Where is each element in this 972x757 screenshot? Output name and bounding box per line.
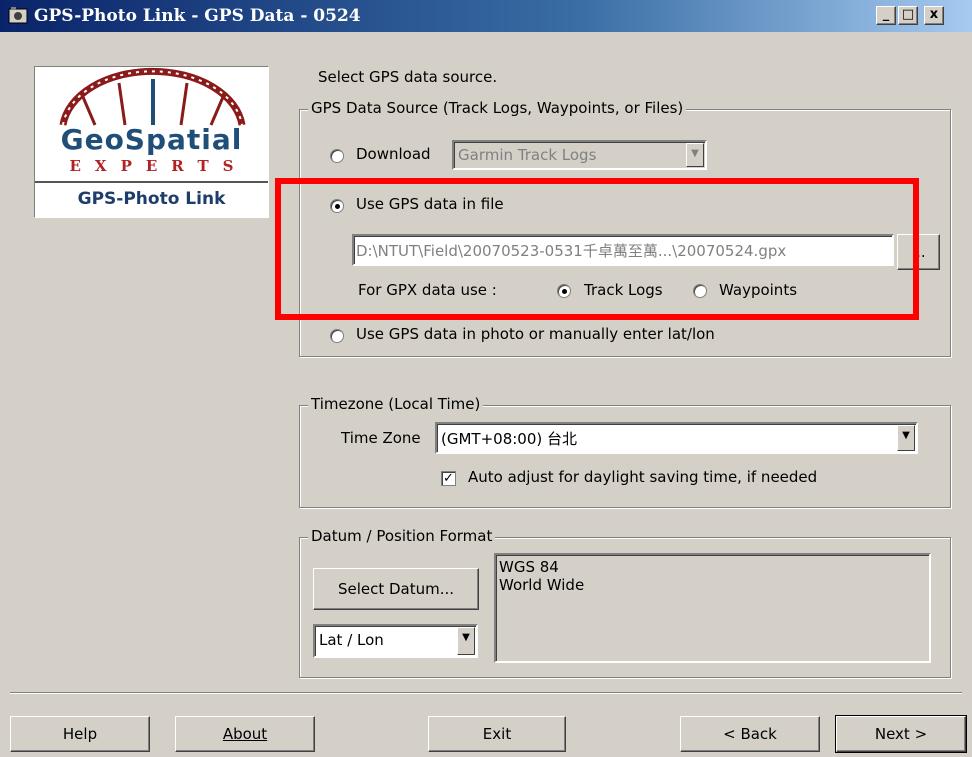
- highlight-annotation: [275, 178, 919, 320]
- app-icon: [8, 7, 28, 24]
- timezone-group: Timezone (Local Time): [299, 395, 951, 508]
- geospatial-logo: GeoSpatial EXPERTS GPS-Photo Link: [34, 66, 269, 218]
- timezone-select[interactable]: (GMT+08:00) 台北 ▼: [435, 422, 918, 454]
- logo-product-text: GPS-Photo Link: [77, 189, 226, 209]
- gauge-arc-icon: [59, 67, 246, 126]
- logo-geospatial-text: GeoSpatial: [60, 123, 243, 156]
- dialog-window: GPS-Photo Link - GPS Data - 0524 _ □ x G…: [0, 0, 972, 757]
- maximize-button[interactable]: □: [898, 6, 918, 25]
- help-button[interactable]: Help: [10, 716, 150, 752]
- logo-experts-text: EXPERTS: [69, 157, 248, 175]
- window-title: GPS-Photo Link - GPS Data - 0524: [34, 6, 361, 26]
- download-source-select: Garmin Track Logs ▼: [452, 140, 707, 170]
- logo-divider: [35, 181, 268, 183]
- exit-button[interactable]: Exit: [428, 716, 566, 752]
- chevron-down-icon[interactable]: ▼: [457, 627, 475, 655]
- datum-region: World Wide: [499, 576, 585, 594]
- timezone-label: Time Zone: [341, 429, 421, 447]
- about-button[interactable]: About: [175, 716, 315, 752]
- position-format-select[interactable]: Lat / Lon ▼: [313, 624, 478, 658]
- daylight-saving-label[interactable]: Auto adjust for daylight saving time, if…: [468, 468, 817, 486]
- select-datum-button[interactable]: Select Datum...: [313, 568, 479, 610]
- bottom-separator: [10, 692, 962, 694]
- close-button[interactable]: x: [924, 6, 944, 25]
- next-button[interactable]: Next >: [835, 715, 967, 753]
- daylight-saving-checkbox[interactable]: ✓: [441, 471, 456, 486]
- chevron-down-icon: ▼: [686, 143, 704, 167]
- instruction-text: Select GPS data source.: [318, 68, 498, 86]
- back-button[interactable]: < Back: [680, 716, 820, 752]
- download-radio[interactable]: [330, 149, 344, 163]
- chevron-down-icon[interactable]: ▼: [897, 425, 915, 451]
- download-label[interactable]: Download: [356, 145, 431, 163]
- use-photo-radio[interactable]: [330, 329, 344, 343]
- title-bar[interactable]: GPS-Photo Link - GPS Data - 0524 _ □ x: [0, 0, 972, 32]
- datum-legend: Datum / Position Format: [308, 527, 496, 545]
- gps-data-source-legend: GPS Data Source (Track Logs, Waypoints, …: [308, 99, 687, 117]
- minimize-button[interactable]: _: [876, 6, 896, 25]
- datum-info-box: WGS 84 World Wide: [494, 553, 931, 663]
- datum-name: WGS 84: [499, 558, 559, 576]
- timezone-legend: Timezone (Local Time): [308, 395, 484, 413]
- use-photo-label[interactable]: Use GPS data in photo or manually enter …: [356, 325, 715, 343]
